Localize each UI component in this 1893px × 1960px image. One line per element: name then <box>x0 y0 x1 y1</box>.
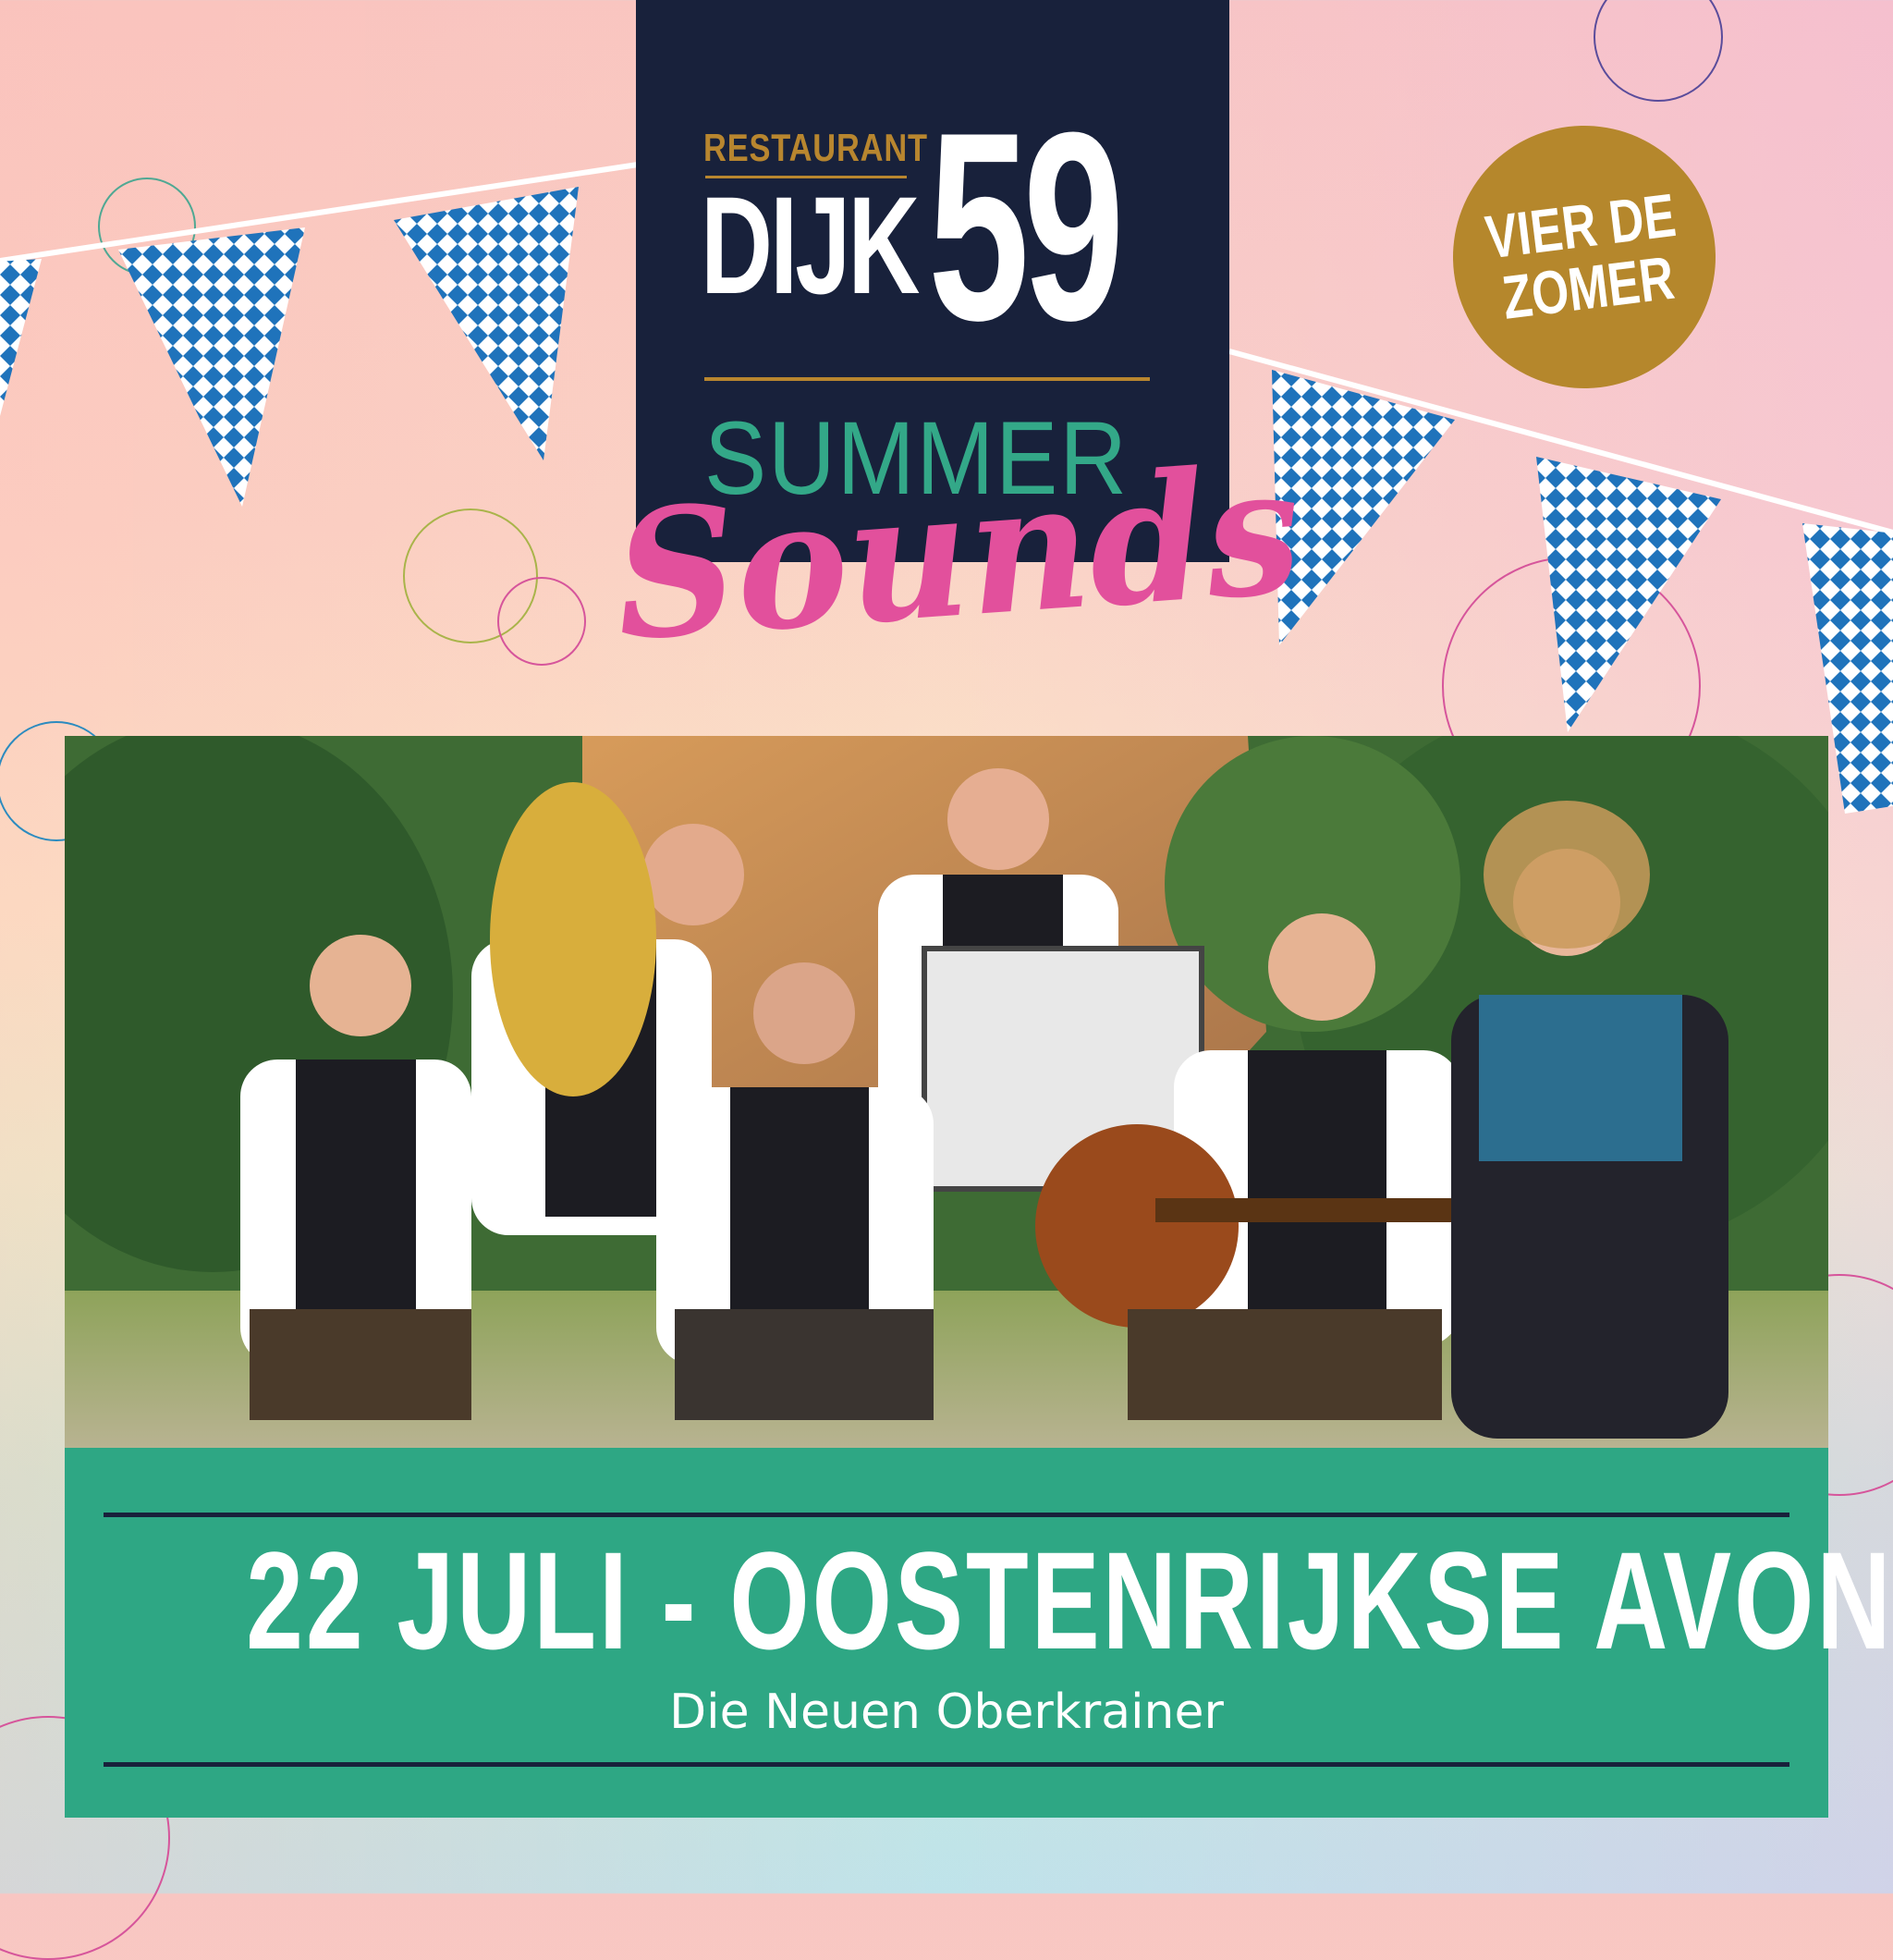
pennant-flag <box>1536 457 1721 732</box>
info-bottom-rule <box>104 1762 1789 1767</box>
pennant-flag <box>118 227 305 507</box>
info-top-rule <box>104 1513 1789 1517</box>
logo-name: DIJK <box>701 167 920 323</box>
pennant-flag <box>394 187 579 460</box>
logo-restaurant-label: RESTAURANT <box>703 126 928 169</box>
logo-sounds: Sounds <box>608 426 1307 680</box>
event-title: 22 JULI - OOSTENRIJKSE AVOND <box>246 1523 1893 1678</box>
event-subtitle: Die Neuen Oberkrainer <box>669 1684 1224 1740</box>
band-photo <box>65 736 1828 1448</box>
band-photo-illustration <box>65 736 1828 1448</box>
logo-divider <box>704 377 1150 381</box>
pennant-flag <box>0 259 42 416</box>
logo-number: 59 <box>928 77 1125 376</box>
